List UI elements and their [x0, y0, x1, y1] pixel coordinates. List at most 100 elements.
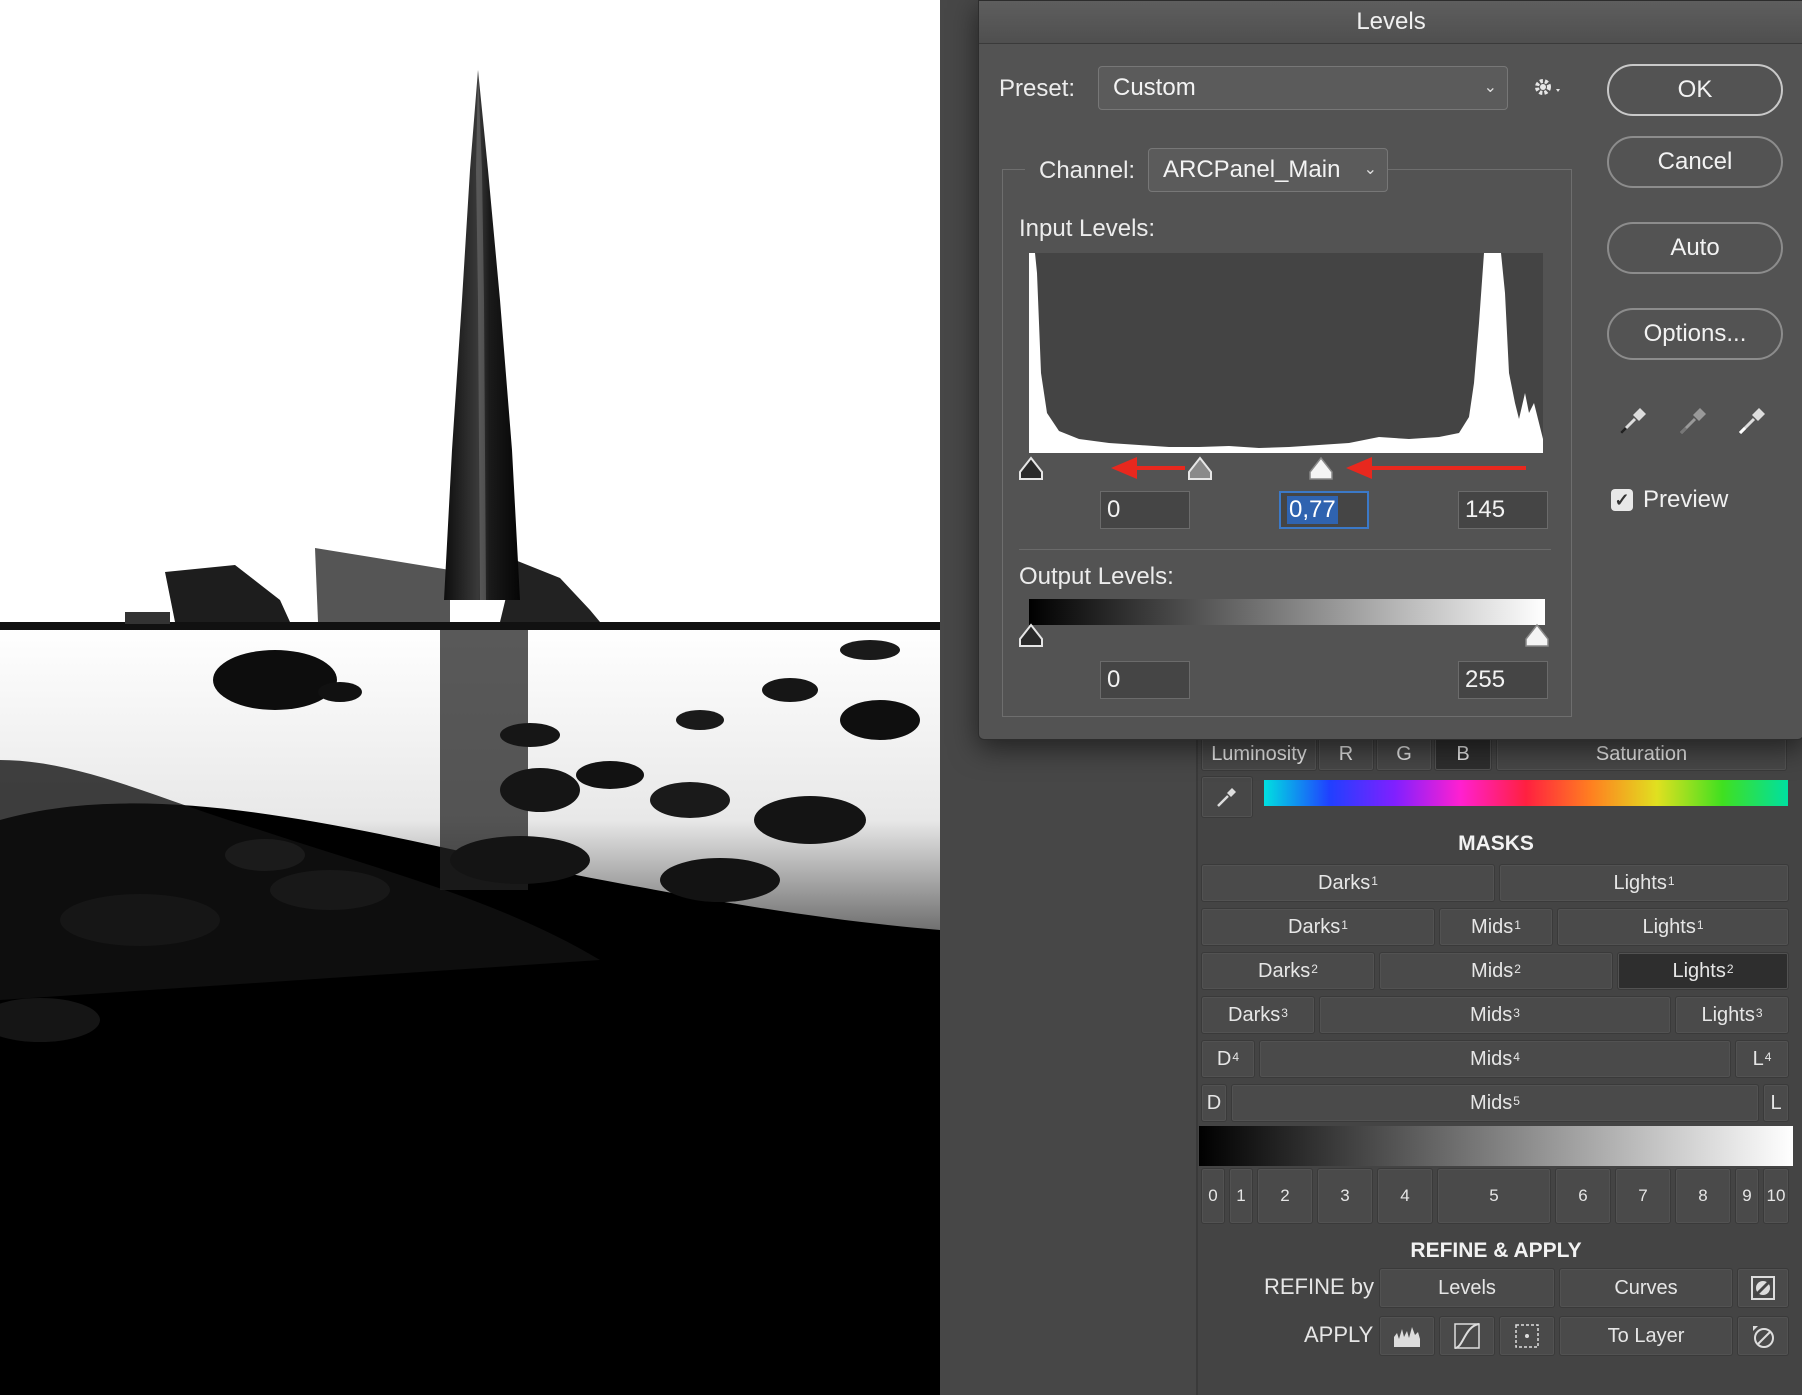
divider — [1019, 549, 1551, 550]
dialog-titlebar[interactable]: Levels — [979, 1, 1802, 44]
output-gradient — [1029, 599, 1545, 625]
mask-mids-2[interactable]: Mids 2 — [1379, 952, 1613, 990]
apply-to-layer-button[interactable]: To Layer — [1559, 1316, 1733, 1356]
gray-point-eyedropper-icon[interactable] — [1675, 401, 1711, 437]
zone-label: 10 — [1766, 1186, 1786, 1205]
channel-dropdown[interactable]: ARCPanel_Main ⌄ — [1148, 148, 1388, 192]
mask-l-4[interactable]: L4 — [1735, 1040, 1789, 1078]
refine-mask-button[interactable] — [1737, 1268, 1789, 1308]
refine-levels-button[interactable]: Levels — [1379, 1268, 1555, 1308]
mask-lights-2[interactable]: Lights 2 — [1617, 952, 1789, 990]
mask-mids-4[interactable]: Mids 4 — [1259, 1040, 1731, 1078]
hue-spectrum-bar[interactable] — [1264, 780, 1788, 806]
mask-darks-1-wide[interactable]: Darks 1 — [1201, 864, 1495, 902]
paint-bucket-icon — [1753, 1326, 1774, 1348]
mask-lights-1-wide[interactable]: Lights 1 — [1499, 864, 1789, 902]
mask-sup: 4 — [1513, 1050, 1520, 1064]
zone-button-7[interactable]: 7 — [1615, 1168, 1671, 1224]
input-black-slider-dragged[interactable] — [1186, 456, 1214, 482]
tab-luminosity[interactable]: Luminosity — [1201, 737, 1317, 771]
zone-button-5[interactable]: 5 — [1437, 1168, 1551, 1224]
zone-label: 5 — [1489, 1186, 1499, 1205]
refine-curves-button[interactable]: Curves — [1559, 1268, 1733, 1308]
tab-r[interactable]: R — [1318, 737, 1374, 771]
apply-curves-button[interactable] — [1439, 1316, 1495, 1356]
auto-button[interactable]: Auto — [1607, 222, 1783, 274]
mask-label: D — [1216, 1047, 1232, 1070]
preview-checkbox[interactable]: ✓ Preview — [1611, 486, 1728, 514]
mask-d-4[interactable]: D4 — [1201, 1040, 1255, 1078]
zone-button-3[interactable]: 3 — [1317, 1168, 1373, 1224]
output-black-slider[interactable] — [1017, 623, 1045, 649]
preset-options-button[interactable] — [1531, 75, 1565, 106]
mask-lights-3[interactable]: Lights 3 — [1675, 996, 1789, 1034]
field-value: 0 — [1107, 666, 1121, 693]
zone-button-4[interactable]: 4 — [1377, 1168, 1433, 1224]
zone-gradient-bar[interactable] — [1199, 1126, 1793, 1166]
histogram-graph — [1029, 253, 1543, 448]
white-point-eyedropper-icon[interactable] — [1734, 401, 1770, 437]
apply-selection-button[interactable] — [1499, 1316, 1555, 1356]
zone-button-2[interactable]: 2 — [1257, 1168, 1313, 1224]
mask-label: L — [1752, 1047, 1764, 1070]
zone-button-10[interactable]: 10 — [1763, 1168, 1789, 1224]
mask-mids-5[interactable]: Mids 5 — [1231, 1084, 1759, 1122]
input-black-field[interactable]: 0 — [1100, 491, 1190, 529]
button-label: Levels — [1438, 1276, 1496, 1299]
zone-label: 4 — [1400, 1186, 1410, 1205]
mask-sup: 2 — [1726, 962, 1734, 976]
output-white-field[interactable]: 255 — [1458, 661, 1548, 699]
button-label: Cancel — [1657, 148, 1733, 175]
mask-darks-1[interactable]: Darks 1 — [1201, 908, 1435, 946]
output-black-field[interactable]: 0 — [1100, 661, 1190, 699]
preset-dropdown[interactable]: Custom ⌄ — [1098, 66, 1508, 110]
mask-sup: 1 — [1341, 918, 1348, 932]
mask-label: Mids — [1470, 1047, 1513, 1070]
tab-b[interactable]: B — [1434, 737, 1492, 771]
masks-title: MASKS — [1458, 832, 1534, 855]
mask-label: Mids — [1470, 1003, 1513, 1026]
image-canvas — [0, 0, 940, 1395]
histogram — [1029, 253, 1543, 453]
mask-l[interactable]: L — [1763, 1084, 1789, 1122]
tab-label: G — [1396, 742, 1412, 765]
mask-label: Mids — [1470, 1091, 1513, 1114]
mask-darks-2[interactable]: Darks 2 — [1201, 952, 1375, 990]
panel-eyedropper-button[interactable] — [1201, 776, 1253, 818]
preview-label: Preview — [1643, 486, 1729, 513]
apply-histogram-button[interactable] — [1379, 1316, 1435, 1356]
zone-button-1[interactable]: 1 — [1229, 1168, 1253, 1224]
mask-d[interactable]: D — [1201, 1084, 1227, 1122]
zone-label: 1 — [1236, 1186, 1246, 1205]
mask-label: Lights — [1613, 871, 1667, 894]
output-white-slider[interactable] — [1523, 623, 1551, 649]
options-button[interactable]: Options... — [1607, 308, 1783, 360]
zone-button-9[interactable]: 9 — [1735, 1168, 1759, 1224]
tab-saturation[interactable]: Saturation — [1496, 737, 1787, 771]
cancel-button[interactable]: Cancel — [1607, 136, 1783, 188]
input-white-slider[interactable] — [1307, 456, 1335, 482]
preset-value: Custom — [1113, 74, 1196, 101]
zone-button-8[interactable]: 8 — [1675, 1168, 1731, 1224]
input-black-slider[interactable] — [1017, 456, 1045, 482]
field-value: 145 — [1465, 496, 1506, 523]
photo-lakhta-tower — [0, 0, 940, 1395]
dialog-title: Levels — [1356, 8, 1426, 35]
zone-label: 0 — [1208, 1186, 1218, 1205]
histogram-icon — [1394, 1327, 1420, 1347]
input-gamma-field[interactable]: 0,77 — [1279, 491, 1369, 529]
zone-button-6[interactable]: 6 — [1555, 1168, 1611, 1224]
mask-mids-3[interactable]: Mids 3 — [1319, 996, 1671, 1034]
apply-paint-button[interactable] — [1737, 1316, 1789, 1356]
black-point-eyedropper-icon[interactable] — [1615, 401, 1651, 437]
mask-label: L — [1770, 1091, 1782, 1114]
ok-button[interactable]: OK — [1607, 64, 1783, 116]
tab-g[interactable]: G — [1376, 737, 1432, 771]
zone-button-0[interactable]: 0 — [1201, 1168, 1225, 1224]
mask-lights-1[interactable]: Lights 1 — [1557, 908, 1789, 946]
mask-darks-3[interactable]: Darks 3 — [1201, 996, 1315, 1034]
mask-sup: 1 — [1514, 918, 1521, 932]
input-white-field[interactable]: 145 — [1458, 491, 1548, 529]
field-value: 0,77 — [1287, 496, 1338, 524]
mask-mids-1[interactable]: Mids 1 — [1439, 908, 1553, 946]
